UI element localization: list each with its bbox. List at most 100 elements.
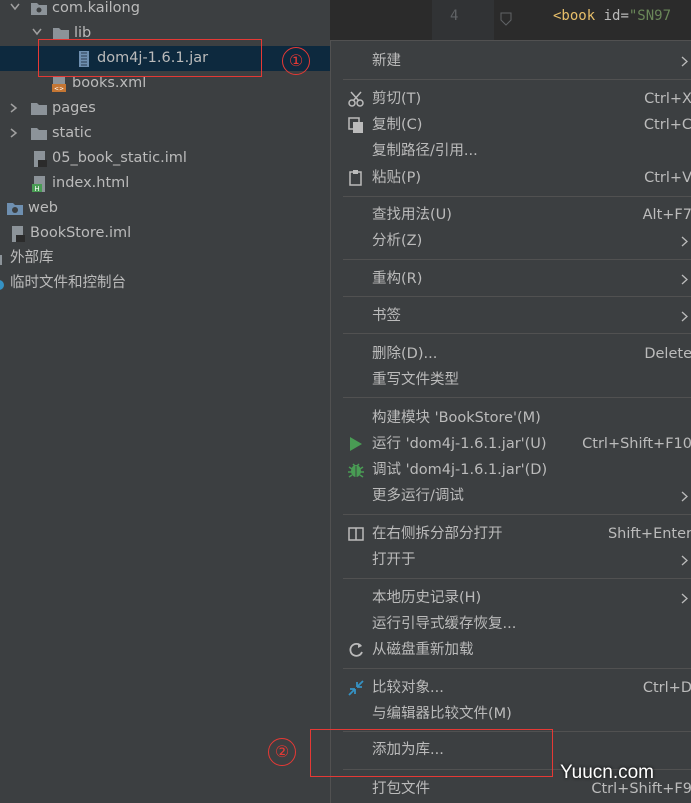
menu-label: 重构(R) (372, 271, 423, 287)
tree-item-static[interactable]: static (8, 121, 92, 146)
menu-separator (343, 578, 691, 579)
tree-item-scratches[interactable]: 临时文件和控制台 (0, 271, 126, 296)
menu-item-build-module[interactable]: 构建模块 'BookStore'(M) (331, 405, 691, 431)
menu-item-open-in[interactable]: 打开于 (331, 547, 691, 573)
menu-label: 运行引导式缓存恢复... (372, 616, 517, 632)
menu-shortcut: Ctrl+X (644, 91, 691, 107)
submenu-arrow-icon (681, 274, 688, 285)
menu-label: 书签 (372, 308, 401, 324)
menu-label: 打包文件 (372, 781, 430, 797)
paste-icon (349, 170, 362, 186)
submenu-arrow-icon (681, 236, 688, 247)
tree-item-web[interactable]: web (6, 196, 58, 221)
menu-item-delete[interactable]: 删除(D)... Delete (331, 341, 691, 367)
line-number: 4 (450, 8, 459, 24)
menu-label: 打开于 (372, 552, 416, 568)
menu-label: 剪切(T) (372, 91, 422, 107)
run-icon (350, 437, 362, 451)
menu-label: 粘贴(P) (372, 170, 422, 186)
menu-label: 复制路径/引用... (372, 143, 478, 159)
tree-item-label: 临时文件和控制台 (10, 275, 126, 291)
tree-item-label: BookStore.iml (30, 225, 132, 241)
tree-item-label: index.html (52, 175, 130, 191)
menu-shortcut: Delete (644, 346, 691, 362)
menu-label: 调试 'dom4j-1.6.1.jar'(D) (372, 462, 548, 478)
annotation-box-jar (38, 39, 262, 77)
tree-item-iml[interactable]: 05_book_static.iml (30, 146, 187, 171)
iml-file-icon (8, 225, 26, 243)
tree-item-index-html[interactable]: H index.html (30, 171, 129, 196)
menu-label: 本地历史记录(H) (372, 590, 482, 606)
menu-item-refactor[interactable]: 重构(R) (331, 266, 691, 292)
menu-label: 复制(C) (372, 117, 423, 133)
chevron-down-icon[interactable] (8, 0, 22, 21)
menu-item-run[interactable]: 运行 'dom4j-1.6.1.jar'(U) Ctrl+Shift+F10 (331, 431, 691, 457)
menu-separator (343, 259, 691, 260)
menu-separator (343, 296, 691, 297)
svg-text:H: H (34, 185, 39, 193)
tree-item-com-kailong[interactable]: com.kailong (8, 0, 140, 21)
menu-shortcut: Ctrl+C (643, 117, 691, 133)
menu-separator (343, 196, 691, 197)
menu-item-bookmarks[interactable]: 书签 (331, 303, 691, 329)
tree-item-external-libraries[interactable]: 外部库 (0, 246, 54, 271)
menu-item-paste[interactable]: 粘贴(P) Ctrl+V (331, 165, 691, 191)
project-tree: com.kailong lib dom4j-1.6.1.jar <> books… (0, 0, 330, 802)
menu-separator (343, 333, 691, 334)
menu-label: 比较对象... (372, 680, 444, 696)
menu-item-new[interactable]: 新建 (331, 48, 691, 74)
reload-icon (349, 642, 363, 657)
menu-label: 在右侧拆分部分打开 (372, 526, 503, 542)
menu-label: 重写文件类型 (372, 372, 459, 388)
submenu-arrow-icon (681, 56, 688, 67)
annotation-box-add-library (310, 729, 553, 777)
fold-icon[interactable] (500, 12, 512, 26)
menu-item-more-run-debug[interactable]: 更多运行/调试 (331, 483, 691, 509)
menu-separator (343, 79, 691, 80)
folder-icon (30, 100, 48, 118)
menu-label: 查找用法(U) (372, 207, 452, 223)
tree-item-bookstore-iml[interactable]: BookStore.iml (8, 221, 131, 246)
menu-item-debug[interactable]: 调试 'dom4j-1.6.1.jar'(D) (331, 457, 691, 483)
menu-label: 分析(Z) (372, 233, 423, 249)
menu-separator (343, 397, 691, 398)
menu-label: 构建模块 'BookStore'(M) (372, 410, 541, 426)
menu-item-local-history[interactable]: 本地历史记录(H) (331, 585, 691, 611)
split-right-icon (348, 527, 364, 541)
submenu-arrow-icon (681, 491, 688, 502)
scratches-icon (0, 275, 6, 293)
tree-item-label: static (52, 125, 92, 141)
tree-item-label: web (28, 200, 58, 216)
menu-item-override-file-type[interactable]: 重写文件类型 (331, 367, 691, 393)
menu-item-copy-path[interactable]: 复制路径/引用... (331, 138, 691, 164)
menu-item-cut[interactable]: 剪切(T) Ctrl+X (331, 86, 691, 112)
tree-item-pages[interactable]: pages (8, 96, 96, 121)
menu-shortcut: Ctrl+D (642, 680, 691, 696)
menu-item-cache-recovery[interactable]: 运行引导式缓存恢复... (331, 611, 691, 637)
menu-label: 删除(D)... (372, 346, 438, 362)
menu-separator (343, 668, 691, 669)
copy-icon (348, 117, 363, 133)
menu-item-find-usages[interactable]: 查找用法(U) Alt+F7 (331, 202, 691, 228)
code-attr: id= (595, 8, 629, 24)
menu-item-open-split[interactable]: 在右侧拆分部分打开 Shift+Enter (331, 521, 691, 547)
menu-item-analyze[interactable]: 分析(Z) (331, 228, 691, 254)
menu-item-compare-with[interactable]: 比较对象... Ctrl+D (331, 675, 691, 701)
code-tag: <book (553, 8, 596, 24)
menu-item-compare-with-editor[interactable]: 与编辑器比较文件(M) (331, 701, 691, 727)
submenu-arrow-icon (681, 555, 688, 566)
menu-label: 新建 (372, 53, 401, 69)
menu-item-copy[interactable]: 复制(C) Ctrl+C (331, 112, 691, 138)
cut-icon (348, 91, 364, 107)
package-folder-icon (30, 0, 48, 18)
compare-icon (348, 680, 364, 696)
submenu-arrow-icon (681, 311, 688, 322)
xml-file-icon: <> (50, 75, 68, 93)
html-file-icon: H (30, 175, 48, 193)
code-value: "SN97 (628, 8, 672, 24)
chevron-right-icon[interactable] (8, 121, 22, 146)
menu-label: 运行 'dom4j-1.6.1.jar'(U) (372, 436, 547, 452)
debug-bug-icon (348, 463, 364, 478)
chevron-right-icon[interactable] (8, 96, 22, 121)
menu-item-reload-from-disk[interactable]: 从磁盘重新加载 (331, 637, 691, 663)
